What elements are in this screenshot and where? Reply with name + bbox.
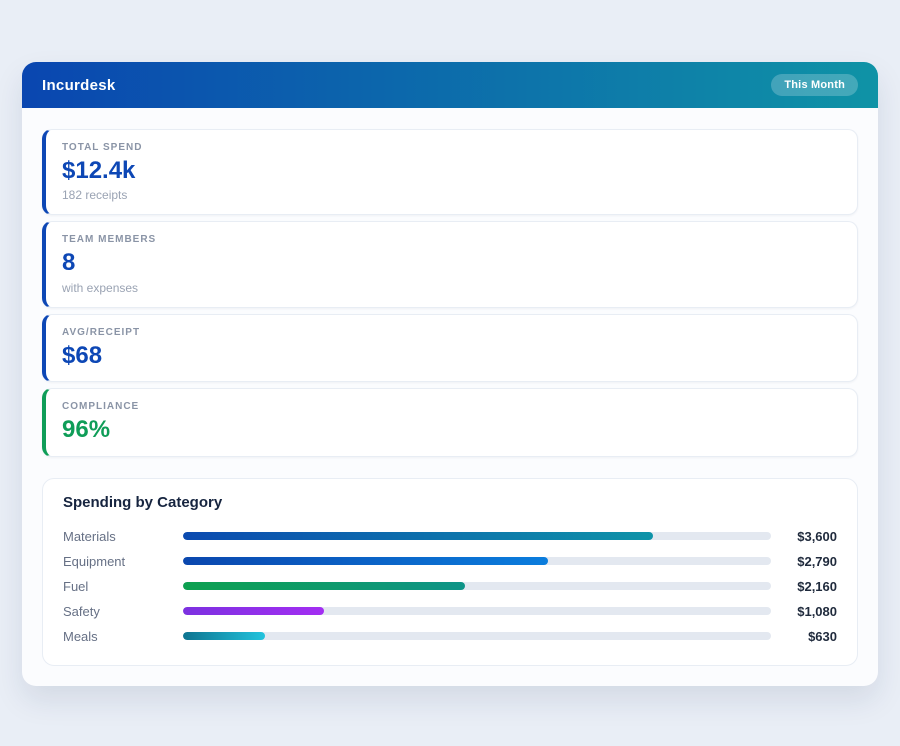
stat-subtitle: 182 receipts — [62, 188, 128, 203]
category-value: $2,790 — [797, 553, 837, 569]
stat-value: 96% — [62, 416, 111, 444]
stat-card-team-members: TEAM MEMBERS 8 with expenses — [42, 221, 858, 308]
header-bar: Incurdesk This Month — [22, 62, 878, 108]
period-badge[interactable]: This Month — [771, 74, 858, 96]
stat-value: 8 — [62, 249, 76, 277]
category-row-safety: Safety $1,080 — [63, 599, 837, 624]
bar-fill — [183, 532, 654, 541]
chart-title: Spending by Category — [63, 493, 223, 511]
page-background: Incurdesk This Month TOTAL SPEND $12.4k 18… — [0, 0, 900, 746]
panel-body: TOTAL SPEND $12.4k 182 receipts TEAM MEMBER… — [22, 108, 878, 686]
category-label: Meals — [63, 628, 98, 644]
stat-card-compliance: COMPLIANCE 96% — [42, 388, 858, 457]
stat-value: $68 — [62, 341, 103, 369]
stat-value: $12.4k — [62, 157, 136, 184]
category-value: $1,080 — [797, 603, 837, 619]
app-title: Incurdesk — [42, 76, 116, 94]
bar-track — [183, 582, 771, 591]
bar-track — [183, 557, 771, 566]
category-label: Fuel — [63, 578, 89, 594]
stats-list: TOTAL SPEND $12.4k 182 receipts TEAM MEMBER… — [42, 129, 858, 457]
category-row-materials: Materials $3,600 — [63, 524, 837, 549]
category-value: $3,600 — [797, 528, 837, 544]
stat-label: TOTAL SPEND — [62, 142, 143, 153]
stat-label: COMPLIANCE — [62, 401, 140, 413]
category-value: $2,160 — [797, 578, 837, 594]
category-row-fuel: Fuel $2,160 — [63, 574, 837, 599]
category-value: $630 — [808, 628, 837, 644]
bar-fill — [183, 632, 266, 641]
incurdesk-panel: Incurdesk This Month TOTAL SPEND $12.4k 18… — [22, 62, 878, 686]
bar-fill — [183, 607, 325, 616]
category-rows: Materials $3,600 Equipment $2,790 Fuel $2,160… — [63, 524, 837, 649]
stat-card-avg-receipt: AVG/RECEIPT $68 — [42, 313, 858, 383]
bar-track — [183, 607, 771, 616]
spending-by-category-card: Spending by Category Materials $3,600 Equi… — [42, 477, 858, 666]
category-label: Equipment — [63, 553, 126, 569]
stat-label: TEAM MEMBERS — [62, 234, 157, 246]
bar-track — [183, 632, 771, 641]
bar-track — [183, 532, 771, 541]
bar-fill — [183, 557, 548, 566]
stat-label: AVG/RECEIPT — [62, 326, 141, 338]
category-row-meals: Meals $630 — [63, 624, 837, 649]
stat-subtitle: with expenses — [62, 280, 139, 295]
category-label: Safety — [63, 603, 100, 619]
category-label: Materials — [63, 528, 116, 544]
category-row-equipment: Equipment $2,790 — [63, 549, 837, 574]
bar-fill — [183, 582, 466, 591]
stat-card-total-spend: TOTAL SPEND $12.4k 182 receipts — [42, 129, 858, 216]
